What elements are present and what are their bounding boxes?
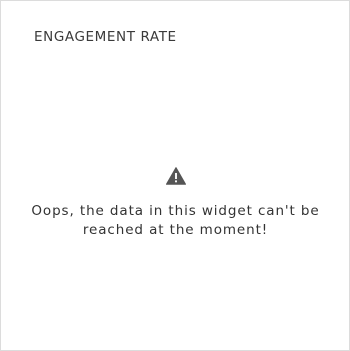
error-state: Oops, the data in this widget can't be r… bbox=[1, 167, 350, 240]
widget-title: ENGAGEMENT RATE bbox=[34, 29, 177, 45]
error-message: Oops, the data in this widget can't be r… bbox=[31, 203, 320, 238]
warning-icon bbox=[165, 167, 186, 185]
engagement-rate-widget: ENGAGEMENT RATE Oops, the data in this w… bbox=[0, 0, 350, 351]
